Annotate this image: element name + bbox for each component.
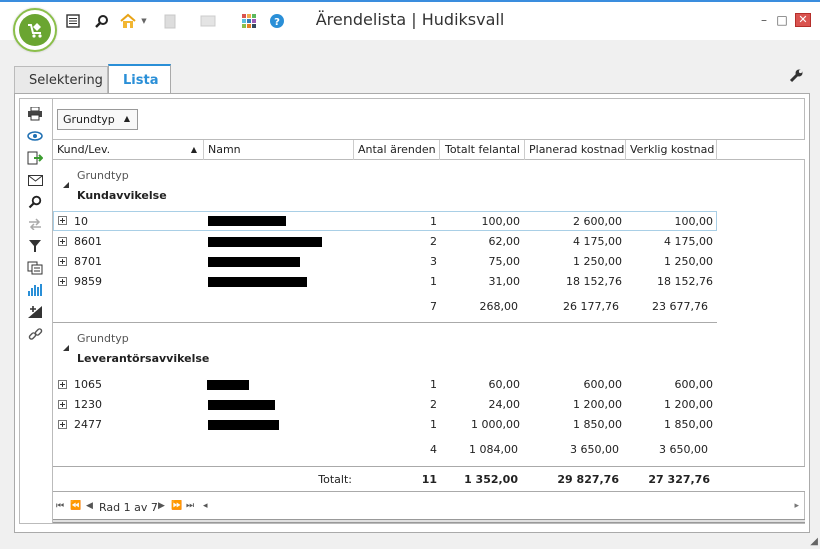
group-caption: Grundtyp	[77, 169, 129, 182]
title-bar: ▼ ? Ärendelista | Hudiksvall – □ ✕	[0, 0, 820, 40]
scroll-left-icon[interactable]: ◂	[203, 501, 208, 511]
collapse-group-icon[interactable]	[63, 345, 69, 351]
column-header-kund-lev[interactable]: Kund/Lev. ▲	[53, 140, 204, 160]
sort-ascending-icon: ▲	[123, 114, 130, 123]
record-navigator: ⏮ ⏪ ◀ Rad 1 av 7 ▶ ⏩ ⏭ ◂ ▸	[53, 499, 805, 517]
mail-icon[interactable]	[26, 171, 44, 189]
resize-grip-icon[interactable]: ◢	[810, 536, 818, 547]
previous-record-icon[interactable]: ◀	[86, 501, 93, 511]
redacted-name	[208, 257, 300, 267]
group-value: Leverantörsavvikelse	[77, 352, 210, 365]
wrench-icon[interactable]	[788, 68, 804, 87]
horizontal-splitter[interactable]	[53, 519, 805, 523]
expand-row-icon[interactable]	[58, 257, 67, 266]
group-caption: Grundtyp	[77, 332, 129, 345]
expand-row-icon[interactable]	[58, 237, 67, 246]
table-row[interactable]: 9859 1 31,00 18 152,76 18 152,76	[53, 272, 717, 292]
add-measure-icon[interactable]	[26, 303, 44, 321]
group-summary-row: 7 268,00 26 177,76 23 677,76	[430, 300, 708, 313]
column-header-namn[interactable]: Namn	[204, 140, 354, 160]
table-row[interactable]: 8601 2 62,00 4 175,00 4 175,00	[53, 232, 717, 252]
redacted-name	[208, 216, 286, 226]
total-planerad: 29 827,76	[557, 473, 619, 486]
table-row[interactable]: 1065 1 60,00 600,00 600,00	[53, 375, 717, 395]
tab-lista[interactable]: Lista	[108, 64, 171, 94]
redacted-name	[208, 277, 307, 287]
bar-chart-icon[interactable]	[26, 281, 44, 299]
expand-row-icon[interactable]	[58, 420, 67, 429]
group-summary-row: 4 1 084,00 3 650,00 3 650,00	[430, 443, 708, 456]
group-value: Kundavvikelse	[77, 189, 167, 202]
minimize-icon[interactable]: –	[756, 13, 772, 27]
eye-icon[interactable]	[26, 127, 44, 145]
tab-selektering[interactable]: Selektering	[14, 66, 108, 93]
grand-total-row: Totalt: 11 1 352,00 29 827,76 27 327,76	[53, 466, 805, 492]
group-chip-label: Grundtyp	[63, 113, 115, 126]
copy-list-icon[interactable]	[26, 259, 44, 277]
last-record-icon[interactable]: ⏭	[186, 501, 194, 511]
table-row[interactable]: 1230 2 24,00 1 200,00 1 200,00	[53, 395, 717, 415]
column-header-row: Kund/Lev. ▲ Namn Antal ärenden Totalt fe…	[53, 139, 805, 160]
tab-bar: Selektering Lista	[0, 40, 820, 94]
table-row[interactable]: 8701 3 75,00 1 250,00 1 250,00	[53, 252, 717, 272]
window-title: Ärendelista | Hudiksvall	[315, 10, 505, 29]
total-verklig: 27 327,76	[648, 473, 710, 486]
column-header-totalt-felantal[interactable]: Totalt felantal	[440, 140, 525, 160]
group-separator	[53, 322, 717, 323]
total-felantal: 1 352,00	[464, 473, 518, 486]
previous-page-icon[interactable]: ⏪	[70, 501, 81, 511]
redacted-name	[208, 237, 322, 247]
group-by-grundtyp-chip[interactable]: Grundtyp ▲	[57, 109, 138, 130]
expand-row-icon[interactable]	[58, 216, 67, 225]
group-panel: Grundtyp ▲	[53, 99, 805, 139]
search-icon[interactable]	[26, 193, 44, 211]
collapse-group-icon[interactable]	[63, 182, 69, 188]
table-row[interactable]: 2477 1 1 000,00 1 850,00 1 850,00	[53, 415, 717, 435]
app-logo[interactable]	[13, 8, 57, 52]
side-toolbar	[20, 99, 50, 523]
total-label: Totalt:	[318, 473, 352, 486]
content-panel: Grundtyp ▲ Kund/Lev. ▲ Namn Antal ärende…	[14, 93, 810, 533]
next-page-icon[interactable]: ⏩	[171, 501, 182, 511]
redacted-name	[208, 400, 275, 410]
sort-ascending-icon: ▲	[190, 145, 197, 154]
next-record-icon[interactable]: ▶	[158, 501, 165, 511]
column-header-verklig-kostnad[interactable]: Verklig kostnad	[626, 140, 717, 160]
column-header-planerad-kostnad[interactable]: Planerad kostnad	[525, 140, 626, 160]
export-icon[interactable]	[26, 149, 44, 167]
redacted-name	[208, 420, 279, 430]
table-row[interactable]: 10 1 100,00 2 600,00 100,00	[53, 211, 717, 231]
column-header-antal-arenden[interactable]: Antal ärenden	[354, 140, 440, 160]
link-icon[interactable]	[26, 325, 44, 343]
scroll-right-icon[interactable]: ▸	[794, 501, 799, 511]
transfer-icon	[26, 215, 44, 233]
maximize-icon[interactable]: □	[774, 13, 790, 27]
data-grid: Grundtyp ▲ Kund/Lev. ▲ Namn Antal ärende…	[52, 99, 805, 523]
expand-row-icon[interactable]	[58, 277, 67, 286]
redacted-name	[207, 380, 249, 390]
total-antal: 11	[421, 473, 437, 486]
expand-row-icon[interactable]	[58, 400, 67, 409]
filter-icon[interactable]	[26, 237, 44, 255]
close-icon[interactable]: ✕	[795, 13, 811, 27]
first-record-icon[interactable]: ⏮	[56, 501, 64, 511]
expand-row-icon[interactable]	[58, 380, 67, 389]
printer-icon[interactable]	[26, 105, 44, 123]
record-position: Rad 1 av 7	[99, 501, 158, 514]
